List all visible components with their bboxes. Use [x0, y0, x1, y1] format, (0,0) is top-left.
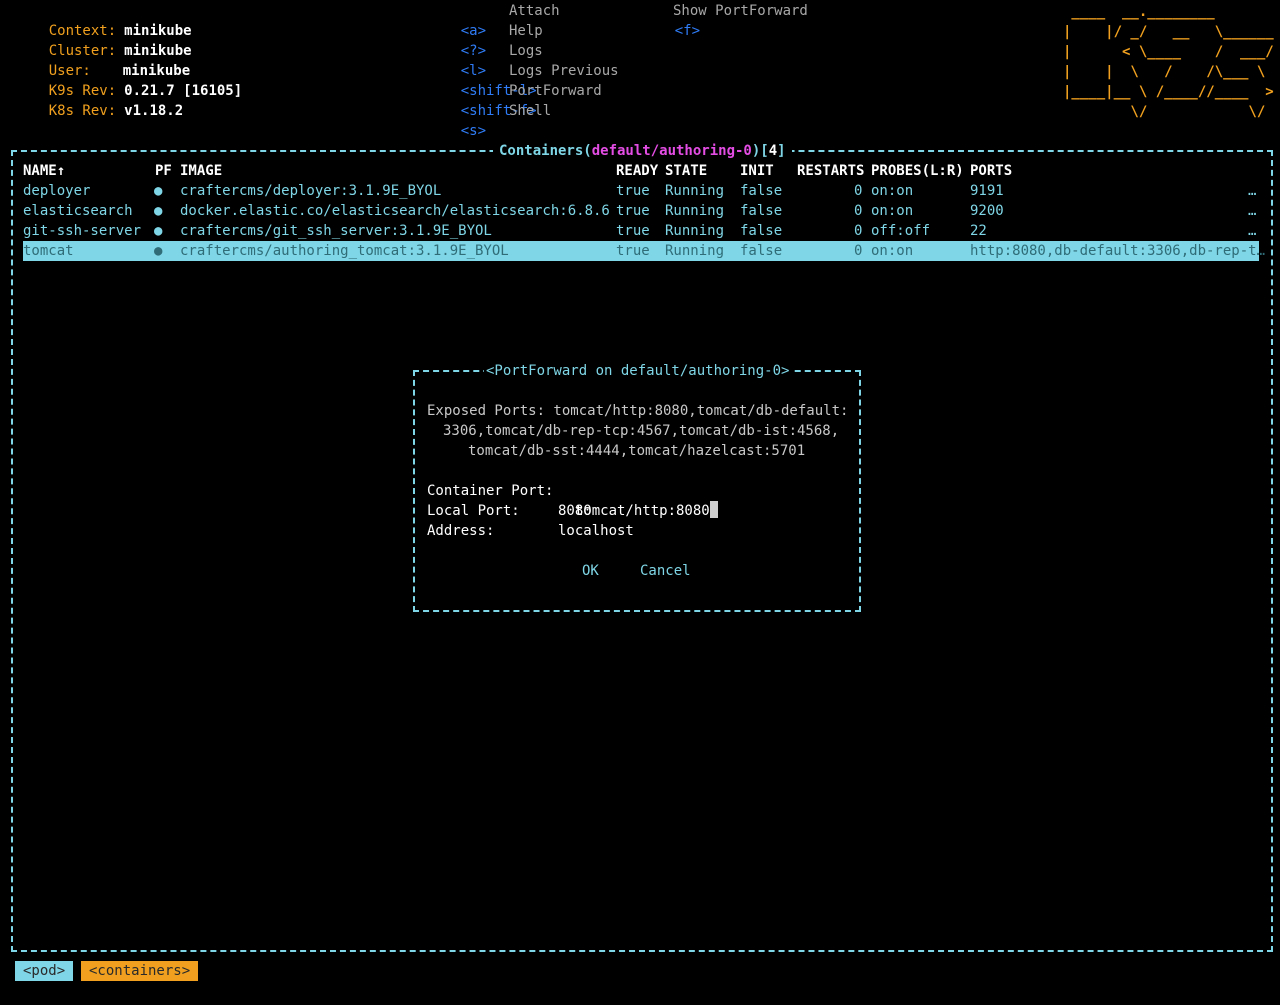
address-field[interactable]: localhost	[558, 521, 634, 541]
local-port-field[interactable]: 8080	[558, 501, 592, 521]
table-row[interactable]: elasticsearch ● docker.elastic.co/elasti…	[23, 201, 1259, 221]
cell-restarts: 0	[854, 203, 863, 219]
cell-init: false	[740, 223, 783, 239]
cell-image: craftercms/git_ssh_server:3.1.9E_BYOL	[180, 223, 492, 239]
col-ready[interactable]: READY	[616, 161, 658, 181]
cell-name: tomcat	[23, 243, 74, 259]
cell-image: docker.elastic.co/elasticsearch/elastics…	[180, 203, 610, 219]
cell-ports: http:8080,db-default:3306,db-rep-t…	[970, 243, 1266, 259]
dialog-title: <PortForward on default/authoring-0>	[484, 361, 792, 381]
cell-init: false	[740, 243, 783, 259]
col-name[interactable]: NAME↑	[23, 161, 65, 181]
container-port-label: Container Port:	[427, 483, 554, 499]
cell-probes: on:on	[871, 183, 914, 199]
cell-state: Running	[665, 243, 725, 259]
ellipsis-icon: …	[1248, 203, 1257, 219]
ok-button[interactable]: OK	[582, 561, 599, 581]
cell-probes: off:off	[871, 223, 931, 239]
cell-ports: 22	[970, 223, 987, 239]
menu-label-logs: Logs	[509, 43, 543, 59]
cell-probes: on:on	[871, 243, 914, 259]
cell-restarts: 0	[854, 243, 863, 259]
menu-label-portforward: PortForward	[509, 83, 602, 99]
ellipsis-icon: …	[1248, 183, 1257, 199]
exposed-ports-line-1: Exposed Ports: tomcat/http:8080,tomcat/d…	[427, 403, 849, 419]
cell-image: craftercms/authoring_tomcat:3.1.9E_BYOL	[180, 243, 509, 259]
cell-state: Running	[665, 203, 725, 219]
cell-ready: true	[616, 223, 650, 239]
local-port-label: Local Port:	[427, 503, 520, 519]
col-state[interactable]: STATE	[665, 161, 707, 181]
cell-ready: true	[616, 203, 650, 219]
cell-ports: 9200	[970, 203, 1004, 219]
col-ports[interactable]: PORTS	[970, 161, 1012, 181]
col-probes[interactable]: PROBES(L:R)	[871, 161, 964, 181]
address-label: Address:	[427, 523, 495, 539]
cancel-button[interactable]: Cancel	[640, 561, 691, 581]
cell-ready: true	[616, 183, 650, 199]
text-cursor	[709, 501, 718, 518]
menu-label-attach: Attach	[509, 3, 560, 19]
ellipsis-icon: …	[1248, 223, 1257, 239]
cell-state: Running	[665, 183, 725, 199]
pf-indicator-icon: ●	[154, 183, 163, 199]
table-row[interactable]: deployer ● craftercms/deployer:3.1.9E_BY…	[23, 181, 1259, 201]
menu-label-show-portforward: Show PortForward	[673, 3, 808, 19]
cell-init: false	[740, 183, 783, 199]
cell-name: deployer	[23, 183, 91, 199]
cell-restarts: 0	[854, 183, 863, 199]
breadcrumb-containers[interactable]: <containers>	[81, 961, 199, 981]
panel-title: Containers(default/authoring-0)[4]	[493, 141, 792, 161]
col-image[interactable]: IMAGE	[180, 161, 222, 181]
cell-image: craftercms/deployer:3.1.9E_BYOL	[180, 183, 442, 199]
table-header: NAME↑ PF IMAGE READY STATE INIT RESTARTS…	[23, 161, 1259, 181]
cell-name: elasticsearch	[23, 203, 133, 219]
k8s-rev-row: K8s Rev: v1.18.2	[48, 103, 184, 119]
cell-state: Running	[665, 223, 725, 239]
cell-name: git-ssh-server	[23, 223, 142, 239]
menu-label-help: Help	[509, 23, 543, 39]
cell-ready: true	[616, 243, 650, 259]
exposed-ports-line-2: 3306,tomcat/db-rep-tcp:4567,tomcat/db-is…	[443, 423, 840, 439]
table-row[interactable]: git-ssh-server ● craftercms/git_ssh_serv…	[23, 221, 1259, 241]
container-port-value: tomcat/http:8080	[574, 503, 710, 519]
pf-indicator-icon: ●	[154, 243, 163, 259]
exposed-ports-line-3: tomcat/db-sst:4444,tomcat/hazelcast:5701	[468, 443, 806, 459]
table-row-selected[interactable]: tomcat ● craftercms/authoring_tomcat:3.1…	[23, 241, 1265, 261]
cell-init: false	[740, 203, 783, 219]
menu-label-shell: Shell	[509, 103, 552, 119]
breadcrumb-pod[interactable]: <pod>	[15, 961, 74, 981]
cell-restarts: 0	[854, 223, 863, 239]
cell-ports: 9191	[970, 183, 1004, 199]
col-restarts[interactable]: RESTARTS	[797, 161, 864, 181]
col-init[interactable]: INIT	[740, 161, 774, 181]
menu-label-logs-previous: Logs Previous	[509, 63, 619, 79]
pf-indicator-icon: ●	[154, 223, 163, 239]
pf-indicator-icon: ●	[154, 203, 163, 219]
col-pf[interactable]: PF	[155, 161, 172, 181]
cell-probes: on:on	[871, 203, 914, 219]
